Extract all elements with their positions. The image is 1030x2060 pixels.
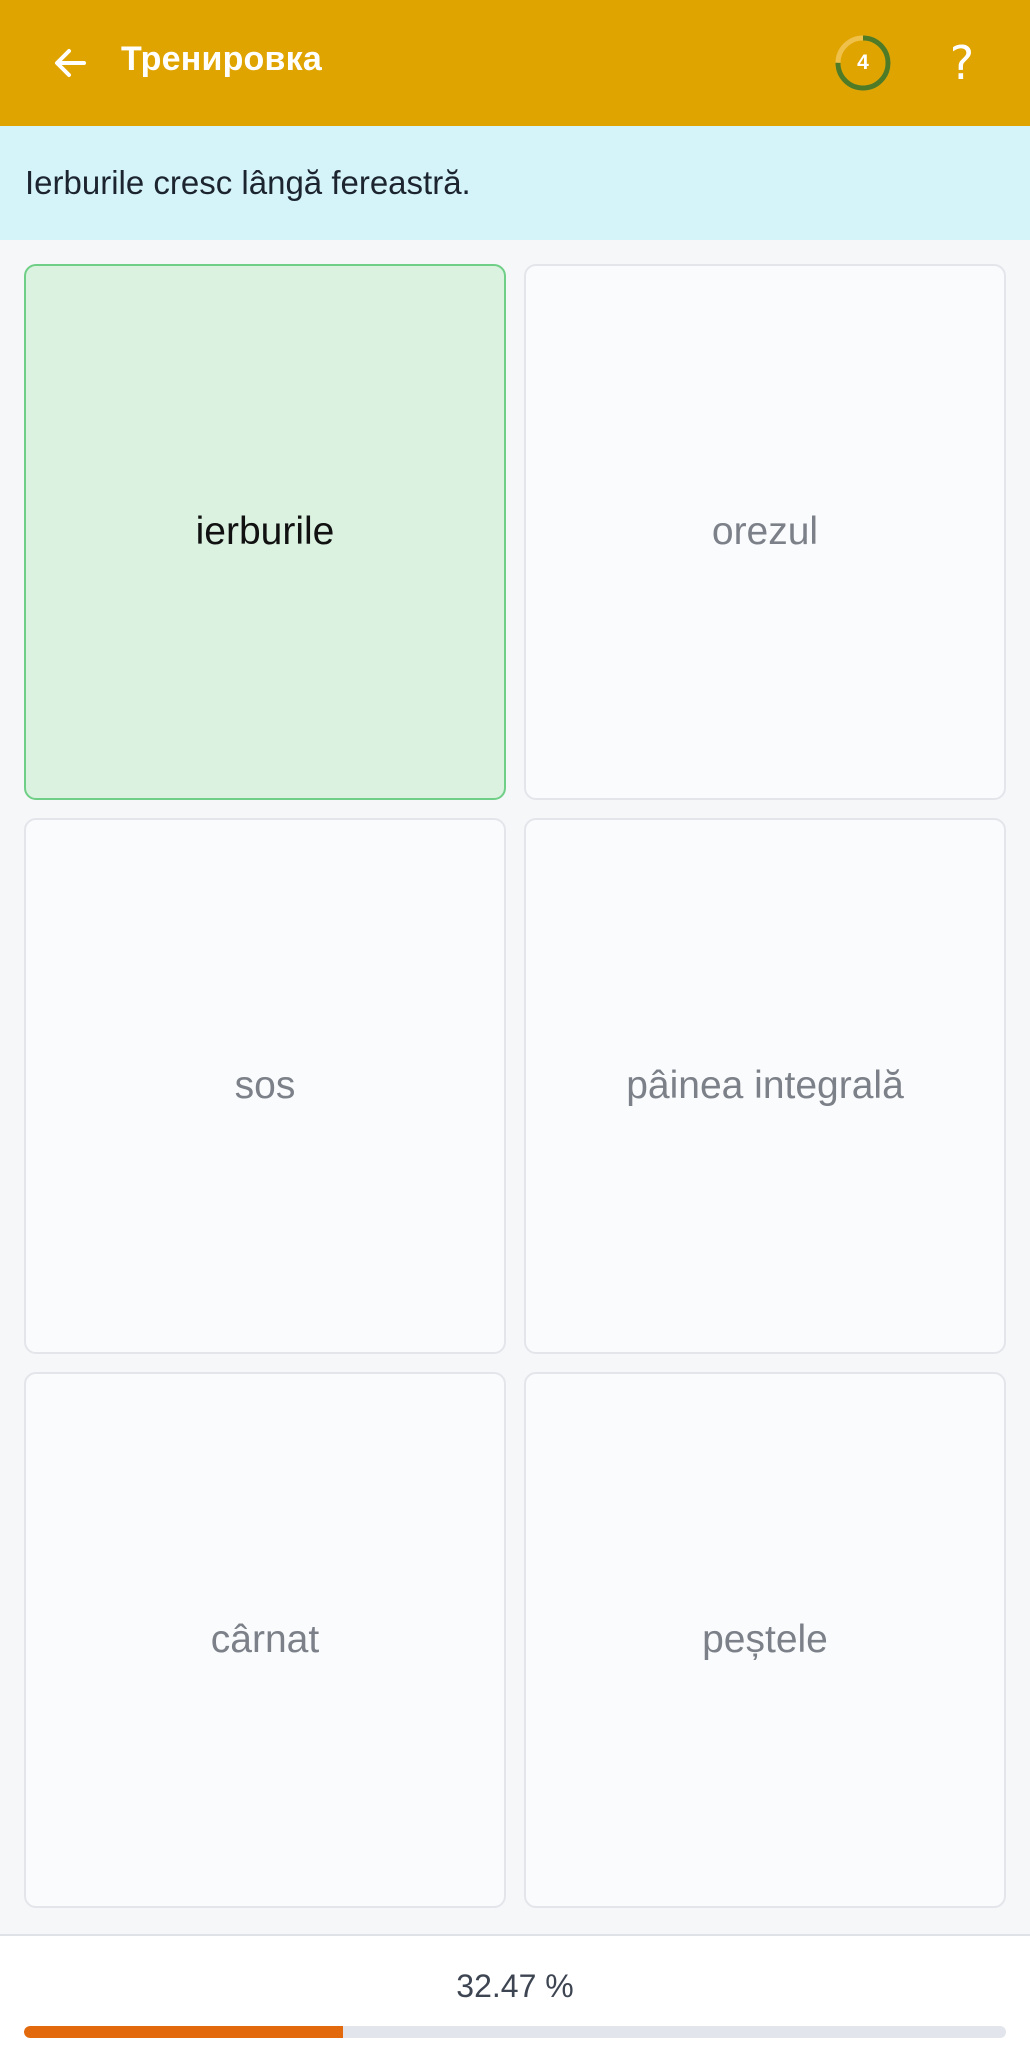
help-button[interactable]: ? (932, 30, 992, 96)
training-screen: Тренировка 4 ? Ierburile cresc lângă fer… (0, 0, 1030, 2060)
answer-label: cârnat (210, 1618, 320, 1661)
review-counter[interactable]: 4 (834, 34, 892, 92)
counter-value: 4 (857, 51, 869, 74)
answer-option[interactable]: sos (24, 818, 506, 1354)
progress-bar (24, 2026, 1006, 2038)
sentence-text: Ierburile cresc lângă fereastră. (25, 164, 471, 201)
progress-bar-fill (24, 2026, 343, 2038)
back-button[interactable] (40, 33, 100, 93)
progress-footer: 32.47 % (0, 1934, 1030, 2060)
answer-label: orezul (711, 510, 819, 553)
arrow-left-icon (55, 49, 86, 77)
answer-label: pâinea integrală (626, 1064, 904, 1107)
sentence-prompt: Ierburile cresc lângă fereastră. (0, 126, 1030, 240)
answer-option[interactable]: ierburile (24, 264, 506, 800)
answer-label: peștele (702, 1618, 828, 1661)
answer-grid: ierburile orezul sos pâinea integrală câ… (24, 264, 1006, 1908)
answer-option[interactable]: cârnat (24, 1372, 506, 1908)
answer-option[interactable]: pâinea integrală (524, 818, 1006, 1354)
answer-option[interactable]: peștele (524, 1372, 1006, 1908)
answer-option[interactable]: orezul (524, 264, 1006, 800)
answer-label: sos (234, 1064, 296, 1107)
page-title: Тренировка (121, 40, 322, 78)
answer-label: ierburile (195, 510, 335, 553)
progress-percent: 32.47 % (456, 1968, 574, 2004)
app-header: Тренировка 4 ? (0, 0, 1030, 126)
